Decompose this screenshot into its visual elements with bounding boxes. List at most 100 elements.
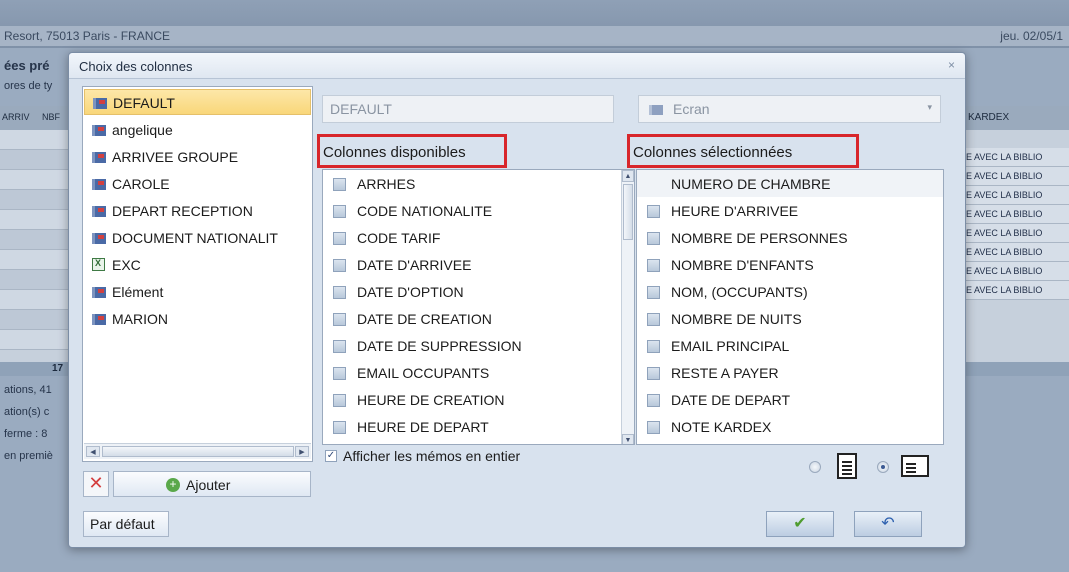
undo-button[interactable]: ↶ <box>854 511 922 537</box>
grid-header-nbf: NBF <box>42 112 60 122</box>
checkmark-icon: ✔ <box>793 515 807 532</box>
item-label: NOTE KARDEX <box>671 419 772 435</box>
item-label: EMAIL PRINCIPAL <box>671 338 790 354</box>
selected-columns-heading: Colonnes sélectionnées <box>627 134 859 168</box>
checkbox[interactable] <box>647 313 660 326</box>
table-row <box>0 130 72 150</box>
table-row <box>0 230 72 250</box>
checkbox[interactable] <box>647 367 660 380</box>
checkbox[interactable] <box>647 205 660 218</box>
list-item[interactable]: EMAIL OCCUPANTS <box>323 359 634 386</box>
confirm-button[interactable]: ✔ <box>766 511 834 537</box>
checkbox[interactable] <box>333 286 346 299</box>
footer-line: ations, 41 <box>4 384 52 396</box>
item-label: DATE D'ARRIVEE <box>357 257 472 273</box>
chevron-down-icon: ▾ <box>927 102 932 112</box>
item-label: DATE DE DEPART <box>671 392 791 408</box>
list-item[interactable]: HEURE DE DEPART <box>323 413 634 440</box>
profile-item-depart-reception[interactable]: DEPART RECEPTION <box>84 198 311 224</box>
list-item[interactable]: NOMBRE DE PERSONNES <box>637 224 943 251</box>
layout-radio-portrait[interactable] <box>809 461 821 473</box>
available-list-scrollbar[interactable]: ▲ ▼ <box>621 170 634 444</box>
scroll-up-icon[interactable]: ▲ <box>622 170 634 182</box>
list-item[interactable]: DATE DE SUPPRESSION <box>323 332 634 359</box>
list-item[interactable]: HEURE D'ARRIVEE <box>637 197 943 224</box>
landscape-document-icon[interactable] <box>901 455 929 477</box>
item-label: NOM, (OCCUPANTS) <box>671 284 808 300</box>
show-memos-checkbox[interactable]: ✓ Afficher les mémos en entier <box>325 448 520 464</box>
portrait-document-icon[interactable] <box>837 453 857 479</box>
arrivals-grid-rows <box>0 130 72 350</box>
table-row <box>0 310 72 330</box>
scroll-left-icon[interactable]: ◀ <box>86 446 100 457</box>
list-item[interactable]: HEURE DE CREATION <box>323 386 634 413</box>
delete-profile-button[interactable]: ✕ <box>83 471 109 497</box>
list-item[interactable]: NOM, (OCCUPANTS) <box>637 278 943 305</box>
reset-default-button[interactable]: Par défaut <box>83 511 169 537</box>
checkbox[interactable] <box>333 394 346 407</box>
kardex-cell: E AVEC LA BIBLIO <box>964 167 1069 186</box>
table-row <box>0 210 72 230</box>
profile-list-scrollbar[interactable]: ◀ ▶ <box>84 443 311 459</box>
checkbox[interactable] <box>333 232 346 245</box>
profile-item-default[interactable]: DEFAULT <box>84 89 311 115</box>
checkbox[interactable] <box>647 394 660 407</box>
checkbox[interactable] <box>333 259 346 272</box>
checkbox[interactable] <box>333 340 346 353</box>
scroll-thumb[interactable] <box>623 184 633 240</box>
output-select[interactable]: Ecran ▾ <box>638 95 941 123</box>
scroll-thumb[interactable] <box>102 446 294 457</box>
checkbox[interactable] <box>647 340 660 353</box>
list-item[interactable]: NUMERO DE CHAMBRE <box>637 170 943 197</box>
checkbox[interactable] <box>647 421 660 434</box>
profile-label: DOCUMENT NATIONALIT <box>112 230 278 246</box>
add-profile-button[interactable]: + Ajouter <box>113 471 311 497</box>
footer-line: ation(s) c <box>4 406 50 418</box>
list-item[interactable]: ARRHES <box>323 170 634 197</box>
checkbox[interactable] <box>333 367 346 380</box>
list-item[interactable]: DATE DE DEPART <box>637 386 943 413</box>
profile-item-arrivee-groupe[interactable]: ARRIVEE GROUPE <box>84 144 311 170</box>
kardex-cell: E AVEC LA BIBLIO <box>964 281 1069 300</box>
checkbox[interactable] <box>333 421 346 434</box>
layout-radio-landscape[interactable] <box>877 461 889 473</box>
current-date: jeu. 02/05/1 <box>1000 29 1063 43</box>
list-item[interactable]: CODE NATIONALITE <box>323 197 634 224</box>
list-item[interactable]: DATE D'ARRIVEE <box>323 251 634 278</box>
checkbox[interactable] <box>333 205 346 218</box>
checkbox[interactable] <box>333 178 346 191</box>
list-item[interactable]: NOMBRE DE NUITS <box>637 305 943 332</box>
item-label: HEURE D'ARRIVEE <box>671 203 799 219</box>
checkbox[interactable] <box>647 286 660 299</box>
list-item[interactable]: DATE D'OPTION <box>323 278 634 305</box>
profile-label: MARION <box>112 311 168 327</box>
checkbox[interactable] <box>647 232 660 245</box>
checkbox[interactable] <box>333 313 346 326</box>
list-item[interactable]: NOTE KARDEX <box>637 413 943 440</box>
list-item[interactable]: EMAIL PRINCIPAL <box>637 332 943 359</box>
close-icon[interactable]: × <box>948 58 955 72</box>
hotel-address: Resort, 75013 Paris - FRANCE <box>4 29 171 43</box>
profile-item-exc[interactable]: EXC <box>84 252 311 278</box>
list-item[interactable]: DATE DE CREATION <box>323 305 634 332</box>
profile-label: Elément <box>112 284 164 300</box>
profile-item-element[interactable]: Elément <box>84 279 311 305</box>
kardex-cell: E AVEC LA BIBLIO <box>964 224 1069 243</box>
table-row <box>0 250 72 270</box>
checkbox[interactable] <box>647 259 660 272</box>
profile-item-document-nationalite[interactable]: DOCUMENT NATIONALIT <box>84 225 311 251</box>
profile-label: CAROLE <box>112 176 170 192</box>
profile-item-marion[interactable]: MARION <box>84 306 311 332</box>
list-item[interactable]: CODE TARIF <box>323 224 634 251</box>
scroll-right-icon[interactable]: ▶ <box>295 446 309 457</box>
checkmark-icon[interactable]: ✓ <box>325 450 337 462</box>
scroll-down-icon[interactable]: ▼ <box>622 434 634 444</box>
list-item[interactable]: NOMBRE D'ENFANTS <box>637 251 943 278</box>
profile-item-angelique[interactable]: angelique <box>84 117 311 143</box>
profile-item-carole[interactable]: CAROLE <box>84 171 311 197</box>
item-label: EMAIL OCCUPANTS <box>357 365 490 381</box>
list-item[interactable]: RESTE A PAYER <box>637 359 943 386</box>
profile-label: ARRIVEE GROUPE <box>112 149 239 165</box>
profile-name-field[interactable]: DEFAULT <box>322 95 614 123</box>
profile-icon <box>92 179 106 190</box>
